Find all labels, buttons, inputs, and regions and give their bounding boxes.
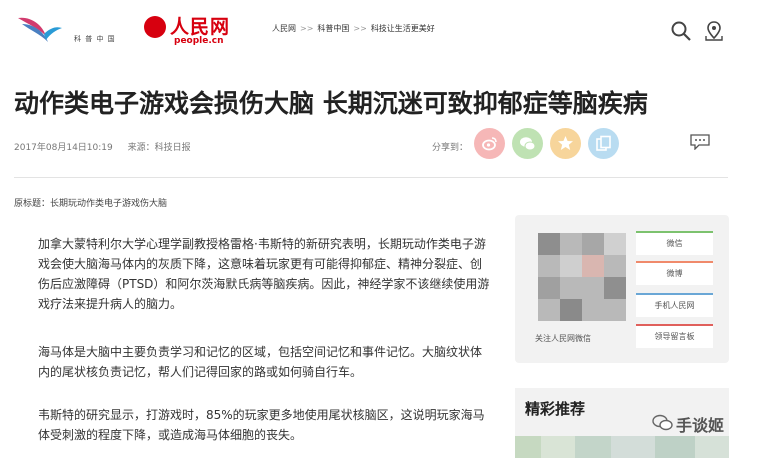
breadcrumb-item[interactable]: 人民网: [272, 24, 296, 33]
article-paragraph: 海马体是大脑中主要负责学习和记忆的区域，包括空间记忆和事件记忆。大脑纹状体内的尾…: [38, 345, 483, 379]
original-title: 原标题：长期玩动作类电子游戏伤大脑: [14, 199, 168, 209]
leader-message-board-button[interactable]: 领导留言板: [636, 324, 713, 348]
copy-link-icon: [596, 135, 611, 151]
qr-caption: 关注人民网微信: [535, 334, 591, 343]
share-weibo-button[interactable]: [474, 128, 505, 159]
follow-wechat-button[interactable]: 微信: [636, 231, 713, 255]
follow-panel: 关注人民网微信 微信 微博 手机人民网 领导留言板: [515, 215, 729, 363]
mobile-people-button[interactable]: 手机人民网: [636, 293, 713, 317]
breadcrumb: 人民网 >> 科普中国 >> 科技让生活更美好: [272, 23, 435, 34]
share-label: 分享到：: [432, 143, 469, 153]
publish-date: 2017年08月14日10:19: [14, 143, 113, 153]
article-meta: 2017年08月14日10:19 来源：科技日报: [14, 140, 203, 153]
breadcrumb-item[interactable]: 科普中国: [317, 24, 349, 33]
recommend-item[interactable]: [515, 436, 729, 458]
location-pin-icon[interactable]: [703, 20, 725, 42]
share-wechat-button[interactable]: [512, 128, 543, 159]
breadcrumb-sep: >>: [300, 24, 314, 33]
site-header: 科 普 中 国 人民网 people.cn 人民网 >> 科普中国 >> 科技让生活更美…: [0, 0, 781, 62]
qzone-star-icon: [558, 136, 573, 150]
article-paragraph: 加拿大蒙特利尔大学心理学副教授格雷格·韦斯特的新研究表明，长期玩动作类电子游戏会…: [38, 237, 490, 311]
article-source[interactable]: 来源：科技日报: [128, 143, 191, 153]
people-cn-logo[interactable]: 人民网 people.cn: [144, 10, 234, 50]
share-qzone-button[interactable]: [550, 128, 581, 159]
breadcrumb-sep: >>: [353, 24, 367, 33]
watermark-text: 手谈姬: [676, 416, 725, 435]
recommend-title: 精彩推荐: [525, 400, 586, 418]
wechat-bubble-icon: [652, 414, 673, 431]
kepu-china-logo[interactable]: 科 普 中 国: [16, 12, 136, 48]
follow-weibo-button[interactable]: 微博: [636, 261, 713, 285]
article-title: 动作类电子游戏会损伤大脑 长期沉迷可致抑郁症等脑疾病: [14, 89, 648, 118]
comment-icon[interactable]: [690, 134, 710, 150]
breadcrumb-item[interactable]: 科技让生活更美好: [371, 24, 435, 33]
search-icon[interactable]: [670, 20, 692, 42]
people-logo-text: 人民网: [170, 16, 231, 38]
share-copy-button[interactable]: [588, 128, 619, 159]
wechat-icon: [520, 137, 536, 151]
people-logo-sub: people.cn: [174, 36, 224, 46]
divider: [14, 177, 728, 178]
kepu-bird-logo-icon: [18, 17, 62, 42]
people-emblem-icon: [144, 16, 166, 38]
article-paragraph: 韦斯特的研究显示，打游戏时，85%的玩家更多地使用尾状核脑区，这说明玩家海马体受…: [38, 408, 485, 442]
wechat-qr-code[interactable]: [538, 233, 626, 321]
logo-caption: 科 普 中 国: [74, 35, 116, 43]
weibo-icon: [482, 137, 497, 151]
